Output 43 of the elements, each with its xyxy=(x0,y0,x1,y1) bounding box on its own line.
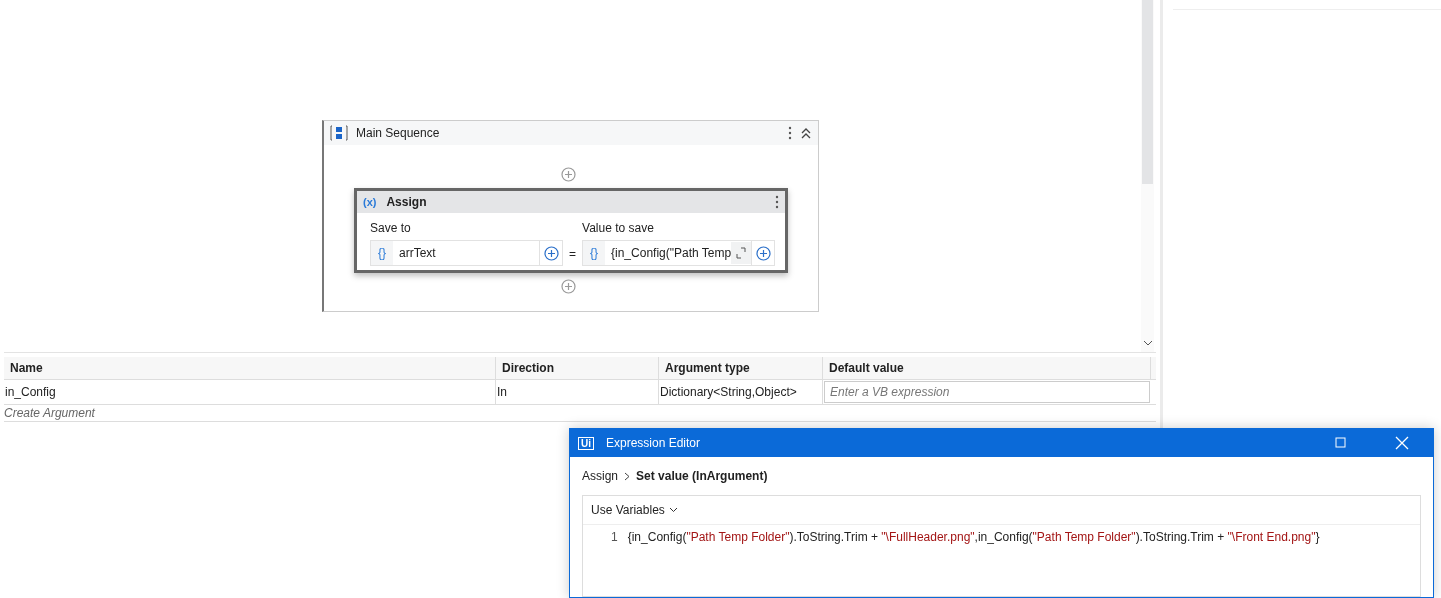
equals-sign: = xyxy=(569,247,576,263)
table-cell: In xyxy=(496,380,659,404)
more-icon[interactable] xyxy=(775,195,779,209)
use-variables-button[interactable]: Use Variables xyxy=(591,503,678,517)
breadcrumb-item[interactable]: Assign xyxy=(582,469,619,483)
add-button[interactable] xyxy=(752,240,775,266)
create-argument-link[interactable]: Create Argument xyxy=(4,406,95,420)
line-number: 1 xyxy=(611,530,618,544)
column-header: Argument type xyxy=(659,357,823,379)
add-icon[interactable] xyxy=(543,245,559,261)
scrollbar-thumb[interactable] xyxy=(1142,0,1153,184)
column-header: Name xyxy=(4,357,496,379)
table-cell: in_Config xyxy=(4,380,496,404)
add-icon[interactable] xyxy=(755,245,771,261)
field-label: Save to xyxy=(370,221,412,235)
chevron-right-icon xyxy=(624,471,631,481)
app-logo: Ui xyxy=(578,436,594,450)
maximize-button[interactable] xyxy=(1335,437,1347,449)
default-value-field[interactable]: Enter a VB expression xyxy=(824,381,1150,403)
sequence-icon xyxy=(330,125,348,141)
sequence-title: Main Sequence xyxy=(356,126,440,140)
brace-icon: {} xyxy=(583,241,605,265)
column-header: Default value xyxy=(823,357,1151,379)
brace-icon: {} xyxy=(371,241,393,265)
dialog-title: Expression Editor xyxy=(606,436,701,450)
column-header: Direction xyxy=(496,357,659,379)
breadcrumb-item: Set value (InArgument) xyxy=(636,469,768,483)
save-to-field[interactable]: {} arrText xyxy=(370,240,540,266)
close-button[interactable] xyxy=(1395,436,1409,450)
table-cell: Dictionary<String,Object> xyxy=(659,380,823,404)
chevron-down-icon xyxy=(668,507,678,513)
add-button[interactable] xyxy=(540,240,563,266)
add-icon[interactable] xyxy=(561,167,576,182)
field-label: Value to save xyxy=(582,221,655,235)
value-field[interactable]: {} {in_Config("Path Temp xyxy=(582,240,752,266)
code-line: {in_Config("Path Temp Folder").ToString.Trim + "\FullHeader.png",in_Config("Path Temp Folder").ToString.Trim + "\Front End.png"} xyxy=(627,530,1320,544)
collapse-icon[interactable] xyxy=(800,127,812,139)
activity-title: Assign xyxy=(386,195,427,209)
more-icon[interactable] xyxy=(788,126,792,140)
variable-icon: (x) xyxy=(363,196,377,208)
add-icon[interactable] xyxy=(561,279,576,294)
scroll-down-icon[interactable] xyxy=(1142,340,1153,346)
assign-activity[interactable]: (x) Assign Save to {} arrText = Value to save {} {in_Config("Path Temp xyxy=(354,188,788,273)
